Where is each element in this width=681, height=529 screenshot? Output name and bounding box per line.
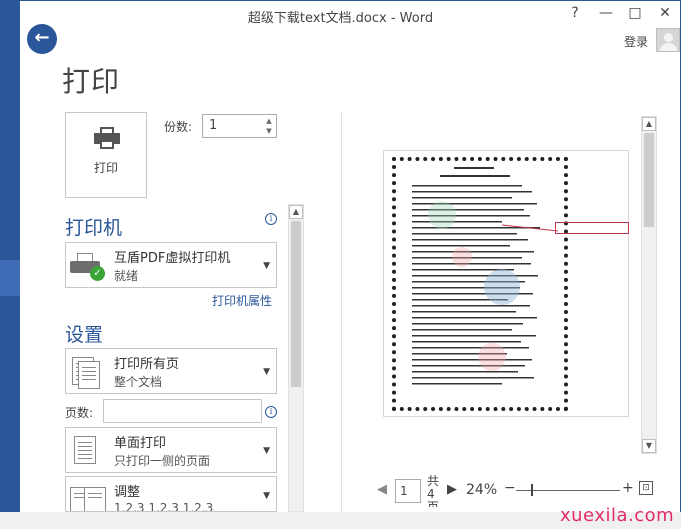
copies-down-icon[interactable]: ▼: [264, 126, 274, 136]
settings-scrollbar[interactable]: ▲: [288, 204, 304, 512]
scroll-up-icon[interactable]: ▲: [642, 117, 656, 131]
print-button[interactable]: 打印: [65, 112, 147, 198]
printer-dropdown[interactable]: ✓ 互盾PDF虚拟打印机 就绪 ▼: [65, 242, 277, 288]
print-range-subtitle: 整个文档: [114, 375, 163, 389]
chevron-down-icon: ▼: [263, 261, 270, 271]
chevron-down-icon: ▼: [263, 446, 270, 456]
scroll-down-icon[interactable]: ▼: [642, 439, 656, 453]
prev-page-icon[interactable]: ◀: [377, 482, 387, 497]
info-icon[interactable]: i: [265, 406, 277, 418]
comment-callout: [555, 222, 629, 234]
print-range-dropdown[interactable]: 打印所有页 整个文档 ▼: [65, 348, 277, 394]
page-content: [412, 167, 559, 385]
title-bar: 超级下载text文档.docx - Word ? — □ ✕: [20, 0, 681, 30]
fit-page-icon[interactable]: ⊡: [639, 481, 653, 495]
copies-label: 份数:: [164, 120, 193, 134]
copies-up-icon[interactable]: ▲: [264, 116, 274, 126]
zoom-out-button[interactable]: −: [504, 480, 516, 496]
help-button[interactable]: ?: [562, 5, 588, 25]
preview-navigation: ◀ 1 共 4 页 ▶ 24% − + ⊡: [341, 474, 661, 507]
scrollbar-thumb[interactable]: [291, 221, 301, 387]
print-sides-subtitle: 只打印一侧的页面: [114, 454, 211, 468]
copies-stepper[interactable]: 1 ▲ ▼: [202, 114, 277, 138]
zoom-slider-thumb[interactable]: [531, 484, 533, 496]
pane-divider: [341, 112, 342, 512]
pages-stack-icon: [78, 361, 100, 389]
page-title: 打印: [62, 65, 121, 98]
avatar[interactable]: [656, 28, 680, 52]
printer-properties-link[interactable]: 打印机属性: [212, 292, 272, 309]
printer-name: 互盾PDF虚拟打印机: [114, 251, 231, 266]
pages-label: 页数:: [65, 406, 94, 420]
preview-scrollbar[interactable]: ▲ ▼: [641, 116, 657, 454]
collate-icon: [84, 487, 106, 511]
chevron-down-icon: ▼: [263, 367, 270, 377]
zoom-level[interactable]: 24%: [466, 482, 497, 498]
copies-value: 1: [209, 118, 218, 133]
close-button[interactable]: ✕: [652, 5, 678, 25]
printer-icon: [94, 127, 120, 149]
pages-input[interactable]: [103, 399, 262, 423]
printer-ready-icon: ✓: [70, 251, 106, 281]
chevron-down-icon: ▼: [263, 491, 270, 501]
printer-status: 就绪: [114, 269, 139, 283]
print-sides-dropdown[interactable]: 单面打印 只打印一侧的页面 ▼: [65, 427, 277, 473]
collate-dropdown[interactable]: 调整 1,2,3 1,2,3 1,2,3 ▼: [65, 476, 277, 512]
collate-title: 调整: [114, 485, 141, 500]
collate-subtitle: 1,2,3 1,2,3 1,2,3: [114, 501, 214, 512]
print-button-label: 打印: [93, 161, 118, 175]
print-range-title: 打印所有页: [114, 357, 180, 372]
zoom-in-button[interactable]: +: [622, 480, 634, 496]
scroll-up-icon[interactable]: ▲: [289, 205, 303, 219]
back-arrow-icon: ←: [34, 27, 50, 48]
rail-tab[interactable]: [0, 260, 20, 296]
total-pages: 共 4 页: [427, 475, 439, 507]
scrollbar-thumb[interactable]: [644, 133, 654, 227]
watermark-text: xuexila.com: [560, 505, 675, 526]
page-number-input[interactable]: 1: [395, 479, 421, 503]
back-button[interactable]: ←: [27, 24, 57, 54]
printer-section-title: 打印机: [65, 217, 123, 239]
next-page-icon[interactable]: ▶: [447, 482, 457, 497]
settings-section-title: 设置: [65, 324, 104, 346]
print-preview: [383, 150, 629, 417]
info-icon[interactable]: i: [265, 213, 277, 225]
print-sides-title: 单面打印: [114, 436, 167, 451]
restore-button[interactable]: □: [622, 5, 648, 25]
minimize-button[interactable]: —: [593, 5, 619, 25]
preview-page: [392, 157, 568, 411]
backstage-rail: [0, 0, 20, 529]
single-side-icon: [74, 436, 96, 464]
login-link[interactable]: 登录: [624, 33, 648, 50]
